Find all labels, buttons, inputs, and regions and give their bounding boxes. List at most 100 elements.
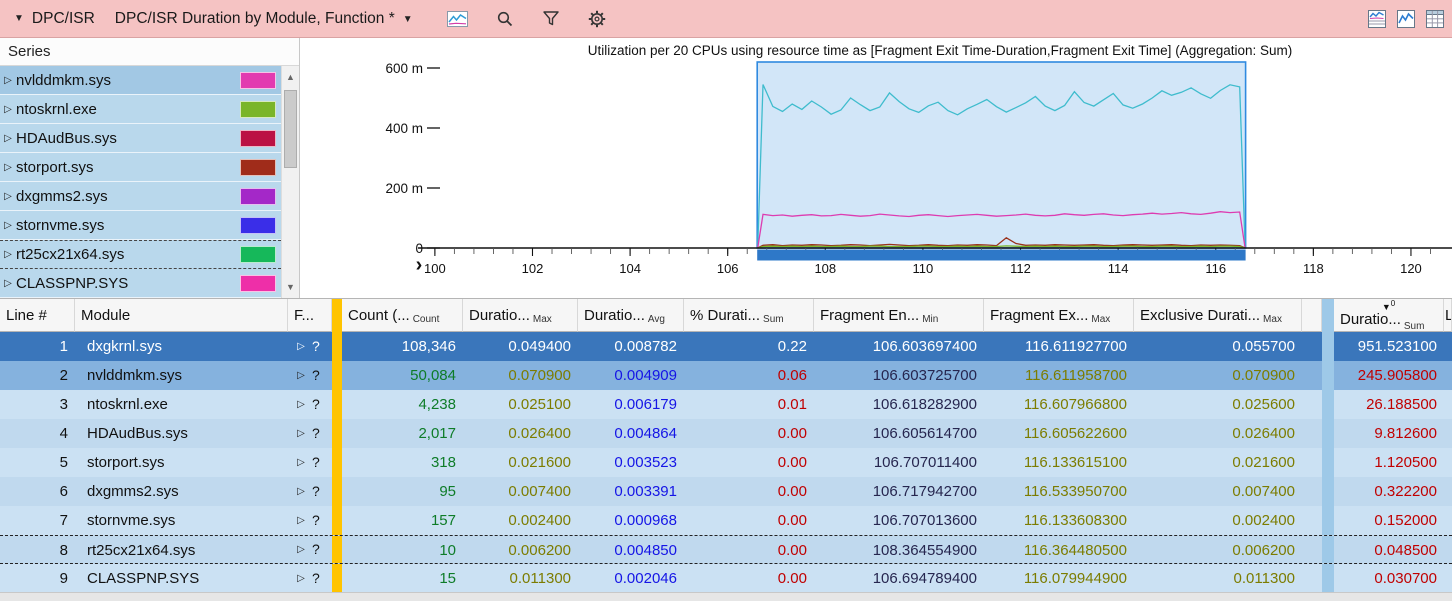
cell-excl: 0.025600 (1134, 390, 1302, 419)
wpa-analysis-view: ▼ DPC/ISR DPC/ISR Duration by Module, Fu… (0, 0, 1452, 601)
column-header-line[interactable]: Line # (0, 299, 75, 332)
table-row[interactable]: 2nvlddmkm.sys▷?50,0840.0709000.0049090.0… (0, 361, 1452, 390)
column-header-dur_avg[interactable]: Duratio...Avg (578, 299, 684, 332)
settings-gear-icon[interactable] (588, 10, 606, 28)
column-header-dur_max[interactable]: Duratio...Max (463, 299, 578, 332)
series-scrollbar[interactable]: ▲ ▼ (281, 66, 299, 298)
scrollbar-thumb[interactable] (284, 90, 297, 168)
cell-dur_max: 0.070900 (463, 361, 578, 390)
view-title-dropdown[interactable]: DPC/ISR Duration by Module, Function * ▼ (115, 10, 413, 28)
series-item[interactable]: ▷HDAudBus.sys (0, 124, 281, 153)
scroll-down-icon[interactable]: ▼ (282, 278, 299, 296)
series-item[interactable]: ▷storport.sys (0, 153, 281, 182)
expand-icon[interactable]: ▷ (0, 191, 16, 202)
column-header-dur_sum[interactable]: ▼0Duratio...Sum (1334, 299, 1444, 332)
expand-icon[interactable]: ▷ (293, 536, 309, 563)
expand-icon[interactable]: ▷ (0, 278, 16, 289)
series-panel-header: Series (0, 38, 299, 66)
table-row[interactable]: 9CLASSPNP.SYS▷?150.0113000.0020460.00106… (0, 564, 1452, 593)
table-row[interactable]: 6dxgmms2.sys▷?950.0074000.0033910.00106.… (0, 477, 1452, 506)
column-header-pct_sum[interactable]: % Durati...Sum (684, 299, 814, 332)
table-row[interactable]: 3ntoskrnl.exe▷?4,2380.0251000.0061790.01… (0, 390, 1452, 419)
bar-yellow-divider (332, 564, 342, 593)
graph-group-label[interactable]: DPC/ISR (32, 10, 95, 28)
expand-icon[interactable]: ▷ (0, 133, 16, 144)
series-item[interactable]: ▷dxgmms2.sys (0, 182, 281, 211)
filter-icon[interactable] (542, 10, 560, 28)
cell-cut (1444, 448, 1452, 477)
table-row[interactable]: 5storport.sys▷?3180.0216000.0035230.0010… (0, 448, 1452, 477)
collapse-view-icon[interactable]: ▼ (14, 13, 24, 24)
column-header-excl[interactable]: Exclusive Durati...Max (1134, 299, 1302, 332)
expand-icon[interactable]: ▷ (0, 249, 16, 260)
cell-count: 15 (342, 564, 463, 593)
axis-expand-icon[interactable]: › (416, 254, 423, 276)
expand-icon[interactable]: ▷ (293, 564, 309, 593)
series-color-swatch (240, 217, 276, 234)
unknown-function-glyph: ? (312, 448, 320, 477)
view-title-dropdown-icon: ▼ (403, 14, 413, 25)
cell-cut (1444, 536, 1452, 563)
column-header-frag_en[interactable]: Fragment En...Min (814, 299, 984, 332)
expand-icon[interactable]: ▷ (0, 75, 16, 86)
aggregation-label: Sum (763, 314, 784, 325)
series-item[interactable]: ▷CLASSPNP.SYS (0, 269, 281, 298)
expand-icon[interactable]: ▷ (293, 448, 309, 477)
column-header-func[interactable]: F... (288, 299, 332, 332)
cell-line: 8 (0, 536, 75, 563)
cell-spacer (1302, 390, 1322, 419)
expand-icon[interactable]: ▷ (293, 506, 309, 535)
series-color-swatch (240, 130, 276, 147)
column-header-frag_ex[interactable]: Fragment Ex...Max (984, 299, 1134, 332)
cell-frag_en: 106.717942700 (814, 477, 984, 506)
expand-icon[interactable]: ▷ (0, 162, 16, 173)
chart-and-table-view-icon[interactable] (1368, 10, 1386, 28)
expand-icon[interactable]: ▷ (293, 361, 309, 390)
series-item[interactable]: ▷nvlddmkm.sys (0, 66, 281, 95)
cell-pct_sum: 0.00 (684, 448, 814, 477)
cell-dur_avg: 0.008782 (578, 332, 684, 361)
unknown-function-glyph: ? (312, 477, 320, 506)
utilization-chart-panel[interactable]: Utilization per 20 CPUs using resource t… (300, 38, 1452, 298)
cell-cut (1444, 390, 1452, 419)
expand-icon[interactable]: ▷ (293, 477, 309, 506)
expand-icon[interactable]: ▷ (293, 332, 309, 361)
table-row[interactable]: 1dxgkrnl.sys▷?108,3460.0494000.0087820.2… (0, 332, 1452, 361)
x-axis-label: 118 (1303, 261, 1324, 276)
series-item[interactable]: ▷ntoskrnl.exe (0, 95, 281, 124)
bar-blue-divider (1322, 361, 1334, 390)
cell-module: rt25cx21x64.sys (75, 536, 288, 563)
table-row[interactable]: 8rt25cx21x64.sys▷?100.0062000.0048500.00… (0, 535, 1452, 564)
expand-icon[interactable]: ▷ (0, 104, 16, 115)
scroll-up-icon[interactable]: ▲ (282, 68, 299, 86)
function-cell: ▷? (288, 564, 332, 593)
table-only-view-icon[interactable] (1426, 10, 1444, 28)
table-row[interactable]: 7stornvme.sys▷?1570.0024000.0009680.0010… (0, 506, 1452, 535)
chart-only-view-icon[interactable] (1397, 10, 1415, 28)
column-header-module[interactable]: Module (75, 299, 288, 332)
bar-yellow-divider (332, 536, 342, 563)
chart-selection-region[interactable] (757, 62, 1245, 248)
table-row[interactable]: 4HDAudBus.sys▷?2,0170.0264000.0048640.00… (0, 419, 1452, 448)
bar-yellow-divider (332, 419, 342, 448)
expand-icon[interactable]: ▷ (293, 419, 309, 448)
bar-blue-divider (1322, 390, 1334, 419)
column-header-count[interactable]: Count (...Count (342, 299, 463, 332)
expand-icon[interactable]: ▷ (293, 390, 309, 419)
column-header-cut[interactable]: L (1444, 299, 1452, 332)
expand-icon[interactable]: ▷ (0, 220, 16, 231)
cell-dur_max: 0.021600 (463, 448, 578, 477)
x-axis-selection-bar[interactable] (757, 250, 1245, 261)
column-label: Duratio... (1340, 311, 1401, 328)
column-header-spacer[interactable] (1302, 299, 1322, 332)
function-cell: ▷? (288, 419, 332, 448)
series-item[interactable]: ▷rt25cx21x64.sys (0, 240, 281, 269)
graph-preview-icon[interactable] (447, 10, 468, 28)
horizontal-scrollbar[interactable] (0, 592, 1452, 601)
column-label: Line # (6, 307, 47, 324)
search-icon[interactable] (496, 10, 514, 28)
cell-line: 7 (0, 506, 75, 535)
series-item[interactable]: ▷stornvme.sys (0, 211, 281, 240)
cell-dur_max: 0.025100 (463, 390, 578, 419)
unknown-function-glyph: ? (312, 419, 320, 448)
